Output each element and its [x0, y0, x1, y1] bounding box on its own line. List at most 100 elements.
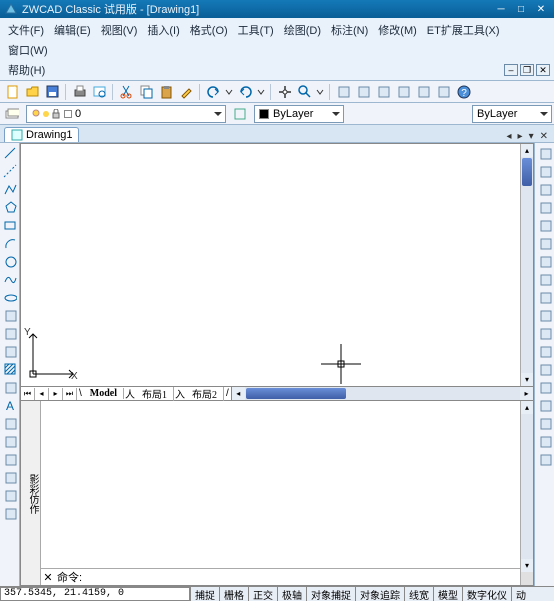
tab-last-icon[interactable]: ⏭	[63, 388, 77, 400]
rotate-tool[interactable]	[537, 253, 553, 269]
save-button[interactable]	[43, 83, 61, 101]
redo-button[interactable]	[236, 83, 254, 101]
point-tool[interactable]	[2, 343, 18, 359]
offset-tool[interactable]	[537, 199, 553, 215]
status-toggle-8[interactable]: 数字化仪	[462, 587, 511, 601]
polyline-tool[interactable]	[2, 181, 18, 197]
tab-model[interactable]: Model	[84, 388, 124, 399]
status-toggle-2[interactable]: 正交	[248, 587, 277, 601]
command-history[interactable]	[41, 401, 520, 568]
t17-tool[interactable]	[537, 451, 553, 467]
layer-dropdown[interactable]: 0	[26, 105, 226, 123]
zoom-dd-button[interactable]	[315, 83, 325, 101]
menu-tools[interactable]: 工具(T)	[234, 20, 278, 40]
tab-next-icon[interactable]: ▸	[516, 131, 525, 142]
t15-tool[interactable]	[537, 415, 553, 431]
t5-button[interactable]	[414, 83, 432, 101]
matchprop-button[interactable]	[177, 83, 195, 101]
new-button[interactable]	[3, 83, 21, 101]
menu-insert[interactable]: 插入(I)	[143, 20, 183, 40]
t18-tool[interactable]	[2, 469, 18, 485]
scroll-down-icon[interactable]: ▾	[521, 373, 533, 386]
status-toggle-0[interactable]: 捕捉	[190, 587, 219, 601]
paste-button[interactable]	[157, 83, 175, 101]
canvas-hscrollbar[interactable]: ◂ ▸	[231, 387, 533, 400]
tab-first-icon[interactable]: ⏮	[21, 388, 35, 400]
tab-next2-icon[interactable]: ▸	[49, 388, 63, 400]
menu-edit[interactable]: 编辑(E)	[50, 20, 95, 40]
cut-button[interactable]	[117, 83, 135, 101]
command-vscrollbar[interactable]: ▴ ▾	[520, 401, 533, 585]
undo-button[interactable]	[204, 83, 222, 101]
color-dropdown[interactable]: ByLayer	[254, 105, 344, 123]
tab-prev2-icon[interactable]: ◂	[35, 388, 49, 400]
region-tool[interactable]	[2, 379, 18, 395]
mline-tool[interactable]	[2, 415, 18, 431]
block-tool[interactable]	[2, 325, 18, 341]
status-toggle-3[interactable]: 极轴	[277, 587, 306, 601]
extend-tool[interactable]	[537, 325, 553, 341]
tab-layout2[interactable]: 布局2	[186, 386, 224, 401]
explode-tool[interactable]	[537, 397, 553, 413]
chamfer-tool[interactable]	[537, 361, 553, 377]
mdi-minimize[interactable]: –	[504, 64, 518, 76]
drawing-canvas[interactable]: X Y ▴ ▾	[20, 143, 534, 387]
zoom-rt-button[interactable]	[295, 83, 313, 101]
status-toggle-5[interactable]: 对象追踪	[355, 587, 404, 601]
trim-tool[interactable]	[537, 307, 553, 323]
erase-tool[interactable]	[537, 145, 553, 161]
cmd-scroll-up-icon[interactable]: ▴	[521, 401, 533, 414]
move-tool[interactable]	[537, 235, 553, 251]
t1-button[interactable]	[334, 83, 352, 101]
t2-button[interactable]	[354, 83, 372, 101]
status-toggle-1[interactable]: 栅格	[219, 587, 248, 601]
print-button[interactable]	[70, 83, 88, 101]
document-tab-drawing1[interactable]: Drawing1	[4, 127, 79, 142]
ellipse-tool[interactable]	[2, 289, 18, 305]
line-tool[interactable]	[2, 145, 18, 161]
hatch-tool[interactable]	[2, 361, 18, 377]
maximize-button[interactable]: □	[512, 3, 530, 16]
minimize-button[interactable]: ─	[492, 3, 510, 16]
t19-tool[interactable]	[2, 487, 18, 503]
text-tool[interactable]: A	[2, 397, 18, 413]
spline-tool[interactable]	[2, 271, 18, 287]
menu-view[interactable]: 视图(V)	[97, 20, 142, 40]
menu-draw[interactable]: 绘图(D)	[280, 20, 325, 40]
status-toggle-9[interactable]: 动	[511, 587, 530, 601]
open-button[interactable]	[23, 83, 41, 101]
circle-tool[interactable]	[2, 253, 18, 269]
scroll-up-icon[interactable]: ▴	[521, 144, 533, 157]
status-toggle-7[interactable]: 模型	[433, 587, 462, 601]
revcloud-tool[interactable]	[2, 433, 18, 449]
canvas-vscrollbar[interactable]: ▴ ▾	[520, 144, 533, 386]
help-button[interactable]: ?	[454, 83, 472, 101]
scale-tool[interactable]	[537, 271, 553, 287]
status-toggle-6[interactable]: 线宽	[404, 587, 433, 601]
mdi-restore[interactable]: ❐	[520, 64, 534, 76]
rectangle-tool[interactable]	[2, 217, 18, 233]
tab-close-icon[interactable]: ✕	[538, 131, 550, 142]
hscroll-thumb[interactable]	[246, 388, 346, 399]
linetype-dropdown[interactable]: ByLayer	[472, 105, 552, 123]
mirror-tool[interactable]	[537, 181, 553, 197]
t6-button[interactable]	[434, 83, 452, 101]
menu-format[interactable]: 格式(O)	[186, 20, 232, 40]
mdi-close[interactable]: ✕	[536, 64, 550, 76]
tab-layout1[interactable]: 布局1	[136, 386, 174, 401]
preview-button[interactable]	[90, 83, 108, 101]
layer-manager-icon[interactable]	[3, 105, 21, 123]
tab-prev-icon[interactable]: ◂	[505, 131, 514, 142]
vscroll-thumb[interactable]	[522, 158, 532, 186]
status-toggle-4[interactable]: 对象捕捉	[306, 587, 355, 601]
copy-tool[interactable]	[537, 163, 553, 179]
command-close-icon[interactable]: ✕	[41, 571, 55, 584]
xline-tool[interactable]	[2, 163, 18, 179]
cmd-scroll-down-icon[interactable]: ▾	[521, 559, 533, 572]
stretch-tool[interactable]	[537, 289, 553, 305]
close-button[interactable]: ✕	[532, 3, 550, 16]
polygon-tool[interactable]	[2, 199, 18, 215]
t3-button[interactable]	[374, 83, 392, 101]
tab-dropdown-icon[interactable]: ▾	[527, 131, 536, 142]
array-tool[interactable]	[537, 217, 553, 233]
